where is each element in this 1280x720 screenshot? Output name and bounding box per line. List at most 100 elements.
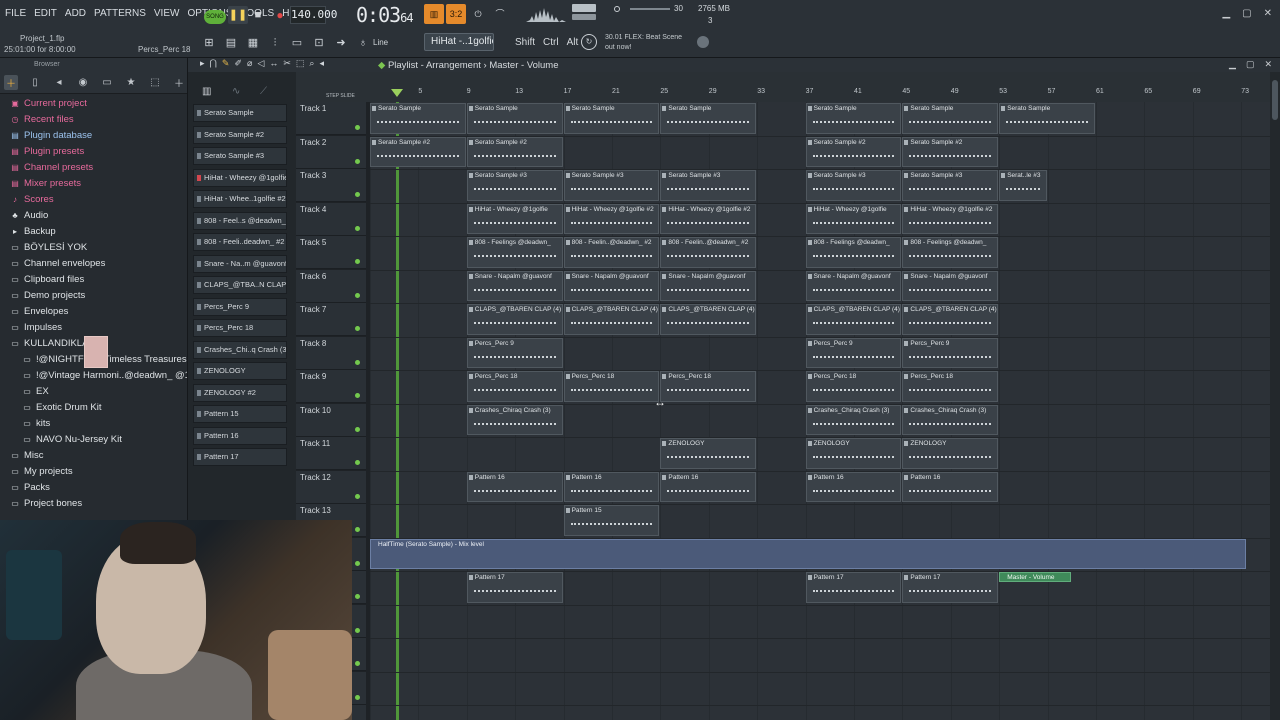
shift-key[interactable]: Shift	[515, 37, 535, 48]
file-icon[interactable]: ▯	[28, 77, 42, 88]
track-header[interactable]: Track 9	[296, 370, 366, 403]
pattern-clip[interactable]: ZENOLOGY	[660, 438, 757, 469]
pattern-clip[interactable]: Snare - Napalm @guavonf	[563, 270, 660, 301]
pattern-clip[interactable]: Crashes_Chiraq Crash (3)	[805, 404, 902, 435]
mute-icon[interactable]: ◁	[257, 58, 264, 72]
automation-clip[interactable]: HalfTime (Serato Sample) - Mix level	[370, 538, 1247, 569]
pattern-clip[interactable]: HiHat - Wheezy @1golfie	[466, 203, 563, 234]
pattern-clip[interactable]: Crashes_Chiraq Crash (3)	[902, 404, 999, 435]
pattern-clip[interactable]: Percs_Perc 9	[466, 337, 563, 368]
scrollbar-thumb[interactable]	[1272, 80, 1278, 120]
browser-item[interactable]: ▭ Exotic Drum Kit	[0, 400, 187, 416]
pattern-clip[interactable]: CLAPS_@TBAREN CLAP (4)	[660, 304, 757, 335]
pattern-clip[interactable]: Snare - Napalm @guavonf	[902, 270, 999, 301]
channel-item[interactable]: ZENOLOGY	[193, 362, 287, 380]
track-enable-led[interactable]	[355, 661, 360, 666]
browser-item[interactable]: ▤ Channel presets	[0, 160, 187, 176]
channel-item[interactable]: Serato Sample #2	[193, 125, 287, 144]
piano-roll-icon[interactable]: ▦	[244, 34, 262, 52]
channel-item[interactable]: 808 - Feel..s @deadwn_	[193, 211, 287, 230]
playlist-grid[interactable]: Serato Sample Serato Sample Serato Sample S…	[370, 102, 1270, 720]
pattern-clip[interactable]: Serat..le #3	[999, 170, 1047, 201]
browser-item[interactable]: ▭ Impulses	[0, 320, 187, 336]
menu-add[interactable]: ADD	[64, 8, 87, 19]
pattern-clip[interactable]: CLAPS_@TBAREN CLAP (4)	[563, 304, 660, 335]
pattern-clip[interactable]: CLAPS_@TBAREN CLAP (4)	[466, 304, 563, 335]
track-enable-led[interactable]	[355, 326, 360, 331]
playlist-maximize-icon[interactable]: ▢	[1246, 59, 1255, 70]
ctrl-key[interactable]: Ctrl	[543, 37, 559, 48]
play-button[interactable]: ❚❚	[228, 6, 248, 24]
channel-item[interactable]: 808 - Feeli..deadwn_ #2	[193, 233, 287, 251]
add-folder-icon[interactable]: ＋	[172, 75, 186, 90]
pattern-clip[interactable]: 808 - Feelings @deadwn_	[902, 237, 999, 268]
news-line-1[interactable]: 30.01 FLEX: Beat Scene	[605, 34, 682, 41]
track-header[interactable]: Track 11	[296, 437, 366, 470]
track-enable-led[interactable]	[355, 460, 360, 465]
browser-item[interactable]: ▭ NAVO Nu-Jersey Kit	[0, 432, 187, 448]
audio-clip-thumbnail[interactable]	[84, 336, 108, 368]
track-header[interactable]: Track 6	[296, 269, 366, 303]
pattern-clip[interactable]: Serato Sample	[660, 103, 757, 134]
pattern-clip[interactable]: Serato Sample #3	[660, 170, 757, 201]
track-enable-led[interactable]	[355, 627, 360, 633]
channel-item[interactable]: Pattern 17	[193, 448, 287, 466]
track-header[interactable]: Track 8	[296, 336, 366, 370]
browser-item[interactable]: ▸ Backup	[0, 224, 187, 240]
pattern-clip[interactable]: Serato Sample	[466, 103, 563, 134]
pattern-clip[interactable]: HiHat - Wheezy @1golfie #2	[902, 203, 999, 234]
track-enable-led[interactable]	[355, 359, 360, 365]
browser-item[interactable]: ♣ Audio	[0, 208, 187, 224]
pattern-clip[interactable]: Pattern 17	[466, 572, 563, 603]
pattern-clip[interactable]: Crashes_Chiraq Crash (3)	[466, 404, 563, 435]
pattern-clip[interactable]: Serato Sample #3	[902, 170, 999, 201]
track-enable-led[interactable]	[355, 426, 360, 432]
track-enable-led[interactable]	[355, 493, 360, 499]
paint-icon[interactable]: ✐	[234, 58, 242, 72]
song-mode-toggle[interactable]: SONG	[204, 10, 226, 24]
browser-item[interactable]: ▭ Misc	[0, 448, 187, 464]
piano-icon[interactable]: ▥	[202, 86, 211, 97]
pattern-clip[interactable]: Percs_Perc 9	[805, 337, 902, 368]
pattern-clip[interactable]: Serato Sample #3	[563, 170, 660, 201]
channel-item[interactable]: Crashes_Chi..q Crash (3)	[193, 340, 287, 359]
channel-item[interactable]: Pattern 15	[193, 405, 287, 423]
plugin-icon[interactable]: ◉	[76, 77, 90, 88]
track-header[interactable]: Track 7	[296, 303, 366, 336]
master-volume-slider[interactable]	[630, 8, 670, 10]
track-header[interactable]: Track 10	[296, 403, 366, 437]
wait-input-button[interactable]: ⏻	[468, 4, 488, 24]
browser-item[interactable]: ▭ !@Vintage Harmoni..@deadwn_ @1mvnti	[0, 368, 187, 384]
track-enable-led[interactable]	[355, 158, 360, 164]
track-enable-led[interactable]	[355, 225, 360, 231]
playlist-close-icon[interactable]: ✕	[1264, 59, 1272, 70]
channel-item[interactable]: Serato Sample #3	[193, 147, 287, 165]
browser-item[interactable]: ▭ My projects	[0, 464, 187, 480]
browser-item[interactable]: ▤ Mixer presets	[0, 176, 187, 192]
track-header[interactable]: Track 3	[296, 169, 366, 202]
pattern-selector[interactable]: HiHat -..1golfie	[424, 33, 494, 51]
tag-icon[interactable]: ⬚	[148, 77, 162, 88]
star-icon[interactable]: ★	[124, 77, 138, 88]
pattern-clip[interactable]: Pattern 15	[563, 505, 660, 536]
maximize-icon[interactable]: ▢	[1242, 8, 1251, 19]
menu-patterns[interactable]: PATTERNS	[93, 8, 147, 19]
channel-item[interactable]: HiHat - Wheezy @1golfie	[193, 168, 287, 187]
master-volume-clip[interactable]: Master - Volume	[999, 572, 1071, 582]
channel-rack-icon[interactable]: ▤	[222, 34, 240, 52]
metronome-button[interactable]: ▥	[424, 4, 444, 24]
browser-item[interactable]: ◷ Recent files	[0, 112, 187, 128]
track-enable-led[interactable]	[355, 393, 360, 398]
pattern-clip[interactable]: Percs_Perc 18	[466, 371, 563, 402]
pattern-clip[interactable]: Pattern 16	[563, 471, 660, 502]
mixer-icon[interactable]: ⫶	[266, 34, 284, 52]
loop-record-button[interactable]: ⌒	[490, 4, 510, 24]
countdown-button[interactable]: 3:2	[446, 4, 466, 24]
channel-item[interactable]: Percs_Perc 9	[193, 297, 287, 316]
song-position-marker[interactable]	[391, 89, 403, 97]
pattern-clip[interactable]: Pattern 17	[805, 572, 902, 603]
browser-item[interactable]: ▭ Packs	[0, 480, 187, 496]
folder-icon[interactable]: ▭	[100, 77, 114, 88]
pattern-clip[interactable]: Snare - Napalm @guavonf	[466, 270, 563, 301]
select-icon[interactable]: ⬚	[296, 58, 305, 72]
